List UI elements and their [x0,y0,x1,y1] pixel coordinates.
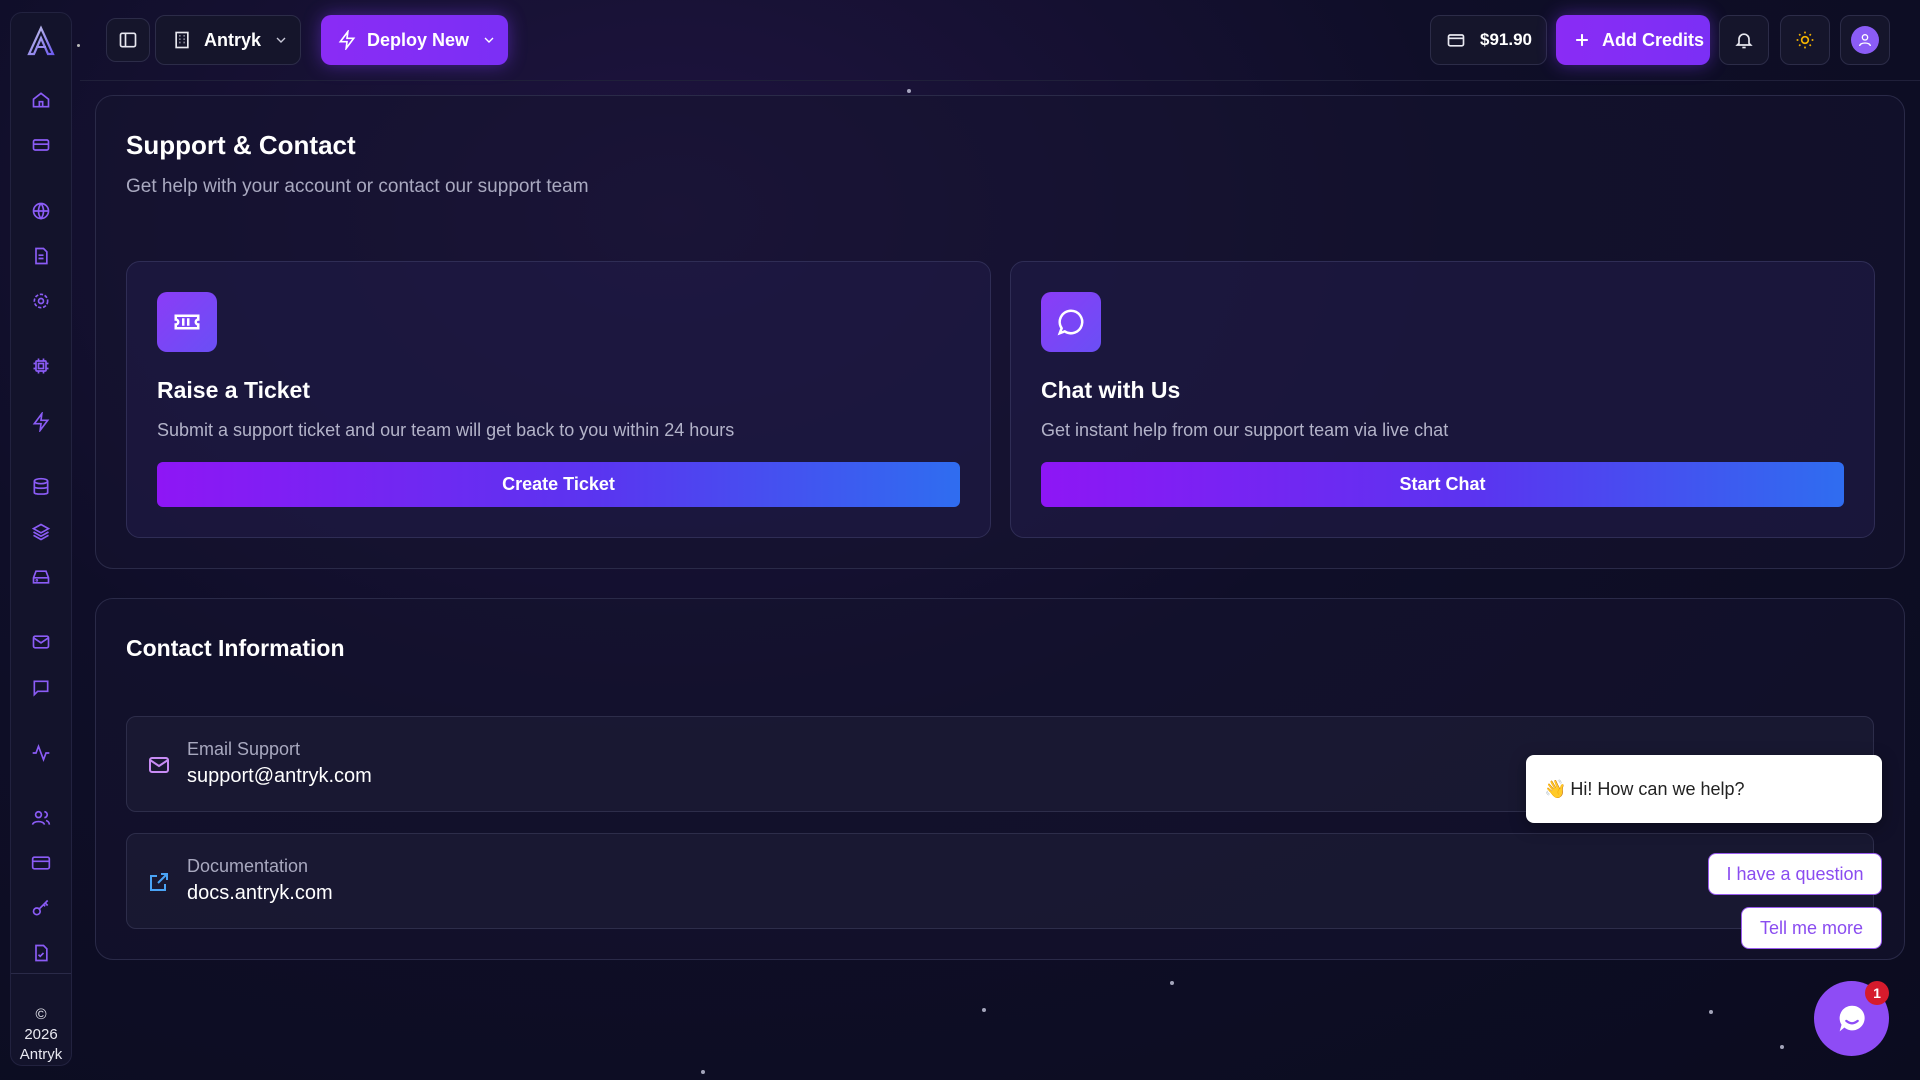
org-name: Antryk [204,29,262,50]
background-star [1780,1045,1784,1049]
chat-with-us-card: Chat with Us Get instant help from our s… [1010,261,1875,538]
page-title: Support & Contact [126,130,356,160]
plus-icon [1576,34,1588,46]
notifications-button[interactable] [1719,15,1769,65]
credit-card-icon[interactable] [30,852,52,874]
sidebar-divider [11,973,71,974]
lightning-icon[interactable] [30,411,52,433]
ticket-icon [174,314,200,330]
chevron-down-icon [484,37,494,43]
bell-icon [1735,33,1753,49]
contact-information-title: Contact Information [126,635,345,661]
building-icon [175,31,189,49]
theme-toggle-button[interactable] [1780,15,1830,65]
cpu-icon[interactable] [30,355,52,377]
panel-left-icon [119,32,137,48]
activity-icon[interactable] [30,742,52,764]
copyright-year: 2026 [24,1026,58,1043]
raise-ticket-card: Raise a Ticket Submit a support ticket a… [126,261,991,538]
lightning-icon [338,30,356,50]
globe-icon[interactable] [30,200,52,222]
copyright: © 2026 Antryk [11,1005,71,1065]
copyright-name: Antryk [19,1046,63,1063]
support-contact-panel: Support & Contact Get help with your acc… [95,95,1905,569]
chat-with-us-title: Chat with Us [1041,377,1181,403]
chat-unread-badge: 1 [1865,981,1889,1005]
background-star [982,1008,986,1012]
external-link-icon [150,873,168,891]
server-card-icon[interactable] [30,134,52,156]
deploy-new-button[interactable]: Deploy New [321,15,508,65]
email-support-value[interactable]: support@antryk.com [187,765,372,788]
start-chat-button[interactable]: Start Chat [1041,462,1844,507]
background-star [701,1070,705,1074]
balance-display[interactable]: $91.90 [1430,15,1547,65]
background-star [1709,1010,1713,1014]
email-support-label: Email Support [187,739,301,759]
database-icon[interactable] [30,476,52,498]
mail-icon [149,757,169,773]
chat-bubble-icon [1839,1005,1865,1031]
add-credits-button[interactable]: Add Credits [1556,15,1710,65]
raise-ticket-description: Submit a support ticket and our team wil… [157,420,735,440]
chat-option-question[interactable]: I have a question [1708,853,1882,895]
background-star [907,89,911,93]
mail-icon[interactable] [30,631,52,653]
sidebar: © 2026 Antryk [10,12,72,1066]
background-star [1170,981,1174,985]
chevron-down-icon [276,37,286,43]
balance-amount: $91.90 [1480,30,1532,49]
users-icon[interactable] [30,807,52,829]
org-switcher[interactable]: Antryk [155,15,301,65]
antryk-logo[interactable] [25,25,57,57]
layers-icon[interactable] [30,521,52,543]
toggle-sidebar-button[interactable] [106,18,150,62]
user-menu-button[interactable] [1840,15,1890,65]
chat-option-tell-more[interactable]: Tell me more [1741,907,1882,949]
user-icon [1859,34,1871,47]
wave-emoji: 👋 [1544,778,1567,799]
documentation-row[interactable]: Documentation docs.antryk.com [126,833,1874,929]
documentation-value[interactable]: docs.antryk.com [187,882,333,905]
raise-ticket-title: Raise a Ticket [157,377,311,403]
file-check-icon[interactable] [30,942,52,964]
wallet-icon [1447,34,1465,47]
home-icon[interactable] [30,89,52,111]
chat-greeting-text: Hi! How can we help? [1570,778,1745,799]
ticket-icon-tile [157,292,217,352]
document-icon[interactable] [30,245,52,267]
key-icon[interactable] [30,897,52,919]
deploy-new-label: Deploy New [367,29,470,50]
message-icon[interactable] [30,677,52,699]
message-circle-icon [1057,309,1084,336]
add-credits-label: Add Credits [1602,29,1705,50]
chat-with-us-description: Get instant help from our support team v… [1041,420,1449,440]
copyright-symbol: © [35,1006,47,1023]
chat-icon-tile [1041,292,1101,352]
create-ticket-button[interactable]: Create Ticket [157,462,960,507]
settings-icon[interactable] [30,290,52,312]
hard-drive-icon[interactable] [30,566,52,588]
page-subtitle: Get help with your account or contact ou… [126,176,589,197]
documentation-label: Documentation [187,856,309,876]
chat-greeting-bubble: 👋 Hi! How can we help? [1526,755,1882,823]
sun-icon [1796,31,1814,49]
avatar [1851,26,1879,54]
